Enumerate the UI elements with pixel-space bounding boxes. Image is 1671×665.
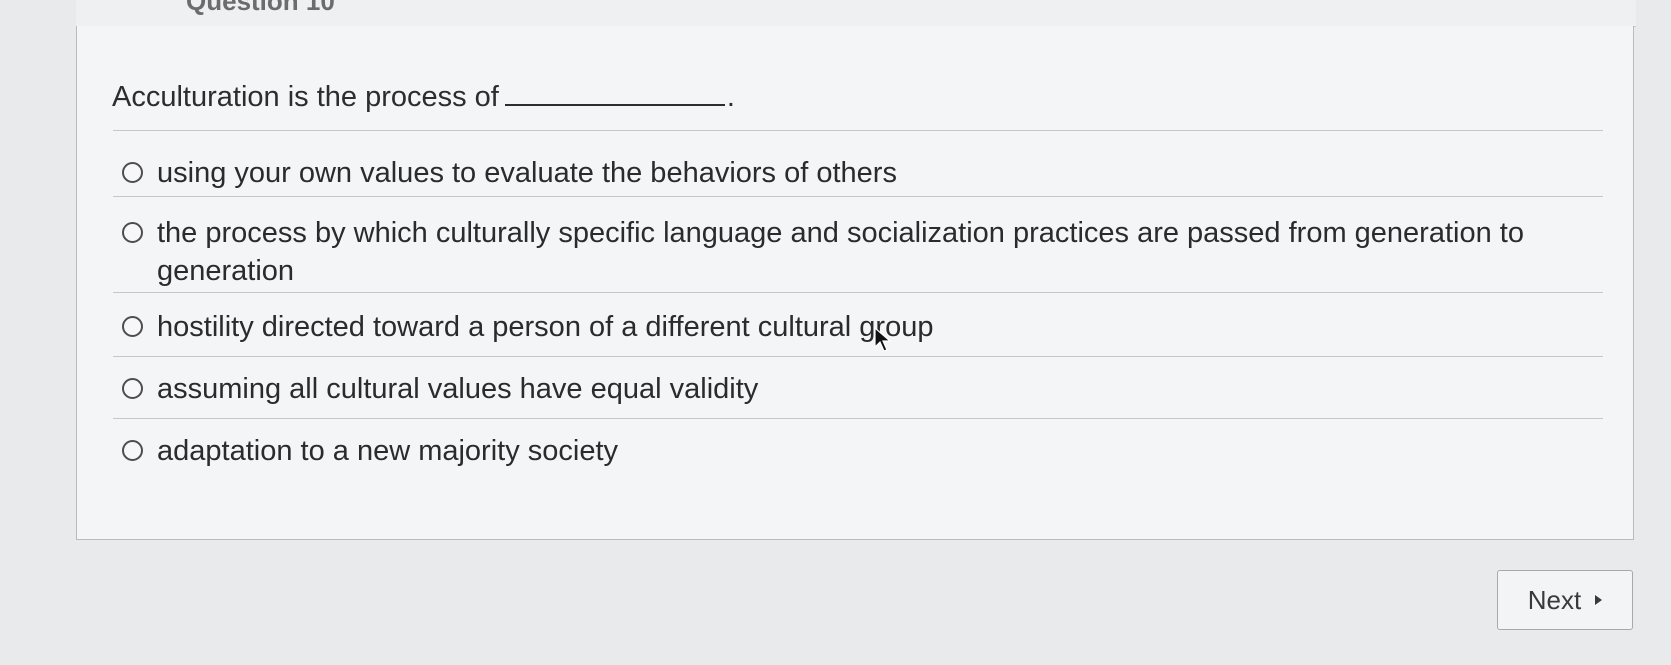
divider [113,418,1603,419]
answer-option-label: assuming all cultural values have equal … [157,373,759,405]
radio-button-1[interactable] [122,162,143,183]
next-button[interactable]: Next [1497,570,1633,630]
radio-button-5[interactable] [122,440,143,461]
answer-option-label: adaptation to a new majority society [157,435,619,467]
divider [113,292,1603,293]
mouse-cursor-icon [874,327,892,352]
next-button-label: Next [1527,584,1582,615]
answer-option-5[interactable]: adaptation to a new majority society [122,432,1582,470]
question-title: Question 10 [186,0,335,16]
answer-option-2[interactable]: the process by which culturally specific… [122,214,1582,290]
answer-option-3[interactable]: hostility directed toward a person of a … [122,308,1582,346]
question-stem-end: . [726,81,735,113]
divider [113,196,1603,197]
answer-blank [504,78,725,106]
divider [113,130,1603,131]
question-stem-text: Acculturation is the process of [112,81,499,113]
answer-option-4[interactable]: assuming all cultural values have equal … [122,370,1582,408]
radio-button-2[interactable] [122,222,143,243]
divider [113,356,1603,357]
question-panel: Acculturation is the process of. using y… [76,26,1634,540]
answer-option-label: hostility directed toward a person of a … [157,311,934,343]
radio-button-3[interactable] [122,316,143,337]
answer-option-label: the process by which culturally specific… [157,217,1524,287]
answer-option-1[interactable]: using your own values to evaluate the be… [122,154,1582,192]
triangle-right-icon [1595,595,1603,605]
question-header: Question 10 [76,0,1636,27]
radio-button-4[interactable] [122,378,143,399]
question-stem: Acculturation is the process of. [112,78,735,114]
answer-option-label: using your own values to evaluate the be… [157,157,897,189]
